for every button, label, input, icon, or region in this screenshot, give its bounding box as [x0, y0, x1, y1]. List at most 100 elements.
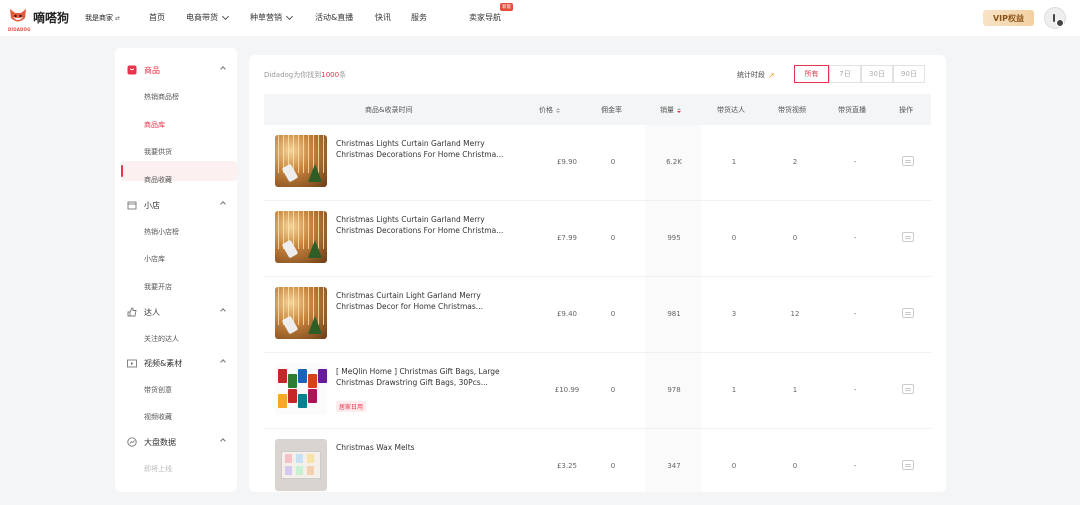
- nav-label: 快讯: [375, 13, 391, 22]
- comment-icon[interactable]: [902, 232, 914, 242]
- product-title[interactable]: [ MeQlin Home ] Christmas Gift Bags, Lar…: [336, 366, 514, 388]
- sidebar-item-video-favorites[interactable]: 视频收藏: [144, 412, 172, 422]
- section-label: 商品: [144, 65, 160, 75]
- price-cell: £9.90: [556, 158, 578, 166]
- nav-marketing[interactable]: 种草营销: [250, 12, 294, 23]
- product-title[interactable]: Christmas Lights Curtain Garland Merry C…: [336, 138, 514, 160]
- commission-cell: 0: [610, 158, 616, 166]
- comment-icon[interactable]: [902, 308, 914, 318]
- videos-cell: 2: [792, 158, 798, 166]
- col-label: 操作: [899, 106, 913, 114]
- status-dot: [1056, 19, 1064, 27]
- product-thumbnail[interactable]: [275, 287, 327, 339]
- top-bar: DIDADOG 嘀嗒狗 我是商家 ⇄ 首页 电商带货 种草营销 活动&直播 快讯…: [0, 0, 1080, 36]
- sidebar-item-product-library[interactable]: 商品库: [144, 120, 165, 130]
- section-label: 小店: [144, 200, 160, 210]
- comment-icon[interactable]: [902, 384, 914, 394]
- chart-icon: [127, 437, 137, 447]
- vip-button[interactable]: VIP权益: [983, 10, 1034, 26]
- price-cell: £7.99: [556, 234, 578, 242]
- lives-cell: -: [853, 234, 857, 242]
- sales-cell: 995: [667, 234, 681, 242]
- sales-cell: 6.2K: [666, 158, 682, 166]
- nav-label: 服务: [411, 13, 427, 22]
- sidebar-item-creative[interactable]: 带货创意: [144, 385, 172, 395]
- logo[interactable]: DIDADOG 嘀嗒狗: [8, 6, 69, 32]
- chevron-up-icon: [220, 201, 226, 207]
- commission-cell: 0: [610, 234, 616, 242]
- col-commission: 佣金率: [601, 105, 622, 115]
- sales-cell: 978: [667, 386, 681, 394]
- col-sales[interactable]: 销量: [660, 105, 681, 115]
- product-title[interactable]: Christmas Curtain Light Garland Merry Ch…: [336, 290, 514, 312]
- table-row[interactable]: Christmas Wax Melts £3.25 0 347 0 0 -: [264, 429, 931, 492]
- table-row[interactable]: Christmas Lights Curtain Garland Merry C…: [264, 125, 931, 201]
- nav-events-live[interactable]: 活动&直播: [315, 12, 353, 23]
- sidebar-item-store-library[interactable]: 小店库: [144, 254, 165, 264]
- chevron-up-icon: [220, 438, 226, 444]
- period-90d[interactable]: 90日: [893, 65, 925, 83]
- sidebar-section-creators[interactable]: 达人: [115, 304, 237, 320]
- creators-cell: 0: [731, 462, 737, 470]
- result-count-value: 1000: [321, 71, 340, 79]
- product-thumbnail[interactable]: [275, 363, 327, 415]
- sidebar-section-market-data[interactable]: 大盘数据: [115, 434, 237, 450]
- col-label: 佣金率: [601, 106, 622, 114]
- product-thumbnail[interactable]: [275, 135, 327, 187]
- sidebar-section-products[interactable]: 商品: [115, 62, 237, 78]
- sales-cell: 981: [667, 310, 681, 318]
- table-row[interactable]: Christmas Lights Curtain Garland Merry C…: [264, 201, 931, 277]
- sales-cell: 347: [667, 462, 681, 470]
- sidebar-section-videos[interactable]: 视频&素材: [115, 355, 237, 371]
- nav-seller-guide[interactable]: 卖家导航 新版: [469, 3, 513, 23]
- sidebar-section-stores[interactable]: 小店: [115, 197, 237, 213]
- active-item-indicator: [121, 165, 123, 177]
- nav-label: 电商带货: [186, 13, 218, 22]
- stat-period-text: 统计时段: [737, 71, 765, 79]
- nav-label: 种草营销: [250, 13, 282, 22]
- nav-news[interactable]: 快讯: [375, 12, 391, 23]
- section-label: 达人: [144, 307, 160, 317]
- chevron-down-icon: [285, 12, 294, 20]
- nav-label: 首页: [149, 13, 165, 22]
- user-icon: [1053, 14, 1055, 22]
- stat-period-label: 统计时段 ↗: [737, 70, 775, 80]
- period-30d[interactable]: 30日: [861, 65, 893, 83]
- sidebar-item-followed-creators[interactable]: 关注的达人: [144, 334, 179, 344]
- price-cell: £9.40: [556, 310, 578, 318]
- chevron-up-icon: [220, 359, 226, 365]
- period-all[interactable]: 所有: [794, 65, 829, 83]
- nav-services[interactable]: 服务: [411, 12, 427, 23]
- comment-icon[interactable]: [902, 156, 914, 166]
- nav-home[interactable]: 首页: [149, 12, 165, 23]
- videos-cell: 1: [792, 386, 798, 394]
- thumbs-up-icon: [127, 307, 137, 317]
- commission-cell: 0: [610, 310, 616, 318]
- user-avatar[interactable]: [1044, 7, 1066, 29]
- sidebar-item-supply[interactable]: 我要供货: [144, 147, 172, 157]
- sidebar-item-hot-products[interactable]: 热销商品榜: [144, 92, 179, 102]
- table-row[interactable]: [ MeQlin Home ] Christmas Gift Bags, Lar…: [264, 353, 931, 429]
- creators-cell: 1: [731, 386, 737, 394]
- product-title[interactable]: Christmas Lights Curtain Garland Merry C…: [336, 214, 514, 236]
- category-tag: 居家日用: [336, 401, 367, 412]
- product-thumbnail[interactable]: [275, 439, 327, 491]
- creators-cell: 3: [731, 310, 737, 318]
- period-7d[interactable]: 7日: [829, 65, 861, 83]
- col-creators: 带货达人: [717, 105, 745, 115]
- chart-trend-icon: ↗: [768, 70, 775, 80]
- col-label: 价格: [539, 106, 553, 114]
- nav-ecommerce[interactable]: 电商带货: [186, 12, 230, 23]
- shopping-bag-icon: [127, 65, 137, 75]
- sidebar-item-open-store[interactable]: 我要开店: [144, 282, 172, 292]
- seller-switch-label: 我是商家: [85, 14, 113, 22]
- comment-icon[interactable]: [902, 460, 914, 470]
- product-thumbnail[interactable]: [275, 211, 327, 263]
- table-row[interactable]: Christmas Curtain Light Garland Merry Ch…: [264, 277, 931, 353]
- seller-switch[interactable]: 我是商家 ⇄: [85, 13, 120, 23]
- product-title[interactable]: Christmas Wax Melts: [336, 442, 514, 453]
- col-price[interactable]: 价格: [539, 105, 560, 115]
- videos-cell: 0: [792, 234, 798, 242]
- sidebar-item-hot-stores[interactable]: 热销小店榜: [144, 227, 179, 237]
- sidebar-item-product-favorites[interactable]: 商品收藏: [144, 175, 172, 185]
